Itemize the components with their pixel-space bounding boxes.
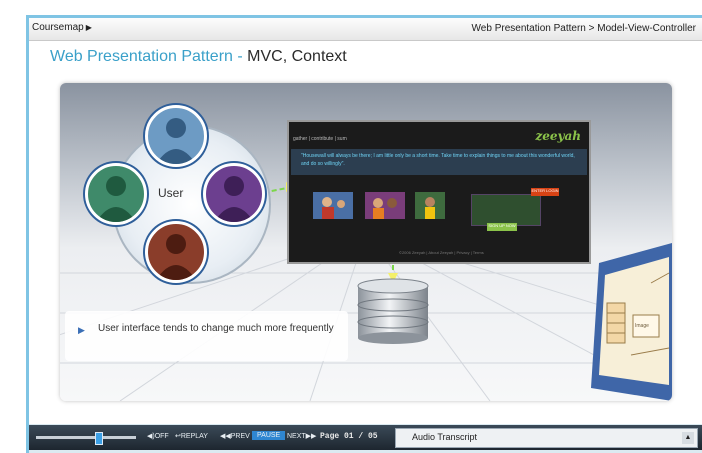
user-avatar-icon <box>145 221 207 283</box>
website-signup-button: SIGN UP NOW <box>487 223 517 231</box>
slide-title: Web Presentation Pattern - MVC, Context <box>50 48 347 66</box>
user-label: User <box>158 186 184 200</box>
website-login-button: ENTER LOGIN <box>531 188 559 196</box>
slide-stage: User gather | contribute | sum zeeyah "H… <box>60 83 672 401</box>
play-arrow-icon: ▶ <box>85 23 92 32</box>
website-quote: "Housewall will always be there; I am li… <box>291 149 587 175</box>
slide-title-main: MVC, Context <box>247 48 347 65</box>
player-frame: Coursemap ▶ Web Presentation Pattern > Mo… <box>0 0 702 453</box>
expand-up-icon[interactable]: ▲ <box>682 432 694 444</box>
note-panel: ▶ User interface tends to change much mo… <box>65 311 348 361</box>
website-footer: ©2006 Zeeyah | About Zeeyah | Privacy | … <box>399 250 484 255</box>
user-avatar-icon <box>203 163 265 225</box>
website-photo <box>415 192 445 219</box>
audio-transcript-panel[interactable]: Audio Transcript ▲ <box>395 428 698 448</box>
top-bar: Coursemap ▶ Web Presentation Pattern > Mo… <box>29 18 702 41</box>
bullet-arrow-icon: ▶ <box>78 325 85 335</box>
progress-slider-thumb[interactable] <box>95 432 103 445</box>
controller-card-image <box>591 243 672 401</box>
website-login-box <box>471 194 541 226</box>
breadcrumb: Web Presentation Pattern > Model-View-Co… <box>471 23 696 34</box>
coursemap-label: Coursemap <box>32 22 84 33</box>
note-text: User interface tends to change much more… <box>98 323 334 334</box>
user-avatar-icon <box>85 163 147 225</box>
playback-control-bar: ◀)OFF ↩REPLAY ◀◀PREV PAUSE NEXT▶▶ Page 0… <box>29 425 702 450</box>
page-indicator: Page 01 / 05 <box>320 432 378 441</box>
controller-card-label: Image <box>635 323 649 329</box>
website-logo: zeeyah <box>535 129 581 143</box>
sound-toggle-button[interactable]: ◀)OFF <box>147 432 169 440</box>
website-nav: gather | contribute | sum <box>293 136 347 142</box>
audio-transcript-label: Audio Transcript <box>412 432 478 442</box>
coursemap-button[interactable]: Coursemap ▶ <box>32 22 92 33</box>
pause-button[interactable]: PAUSE <box>252 431 286 440</box>
website-photo <box>313 192 353 219</box>
progress-slider[interactable] <box>36 436 136 439</box>
prev-button[interactable]: ◀◀PREV <box>220 432 250 440</box>
website-photo <box>365 192 405 219</box>
user-avatar-icon <box>145 105 207 167</box>
slide-title-accent: Web Presentation Pattern - <box>50 48 243 65</box>
next-button[interactable]: NEXT▶▶ <box>287 432 316 440</box>
website-view-screenshot: gather | contribute | sum zeeyah "Housew… <box>287 120 591 264</box>
replay-button[interactable]: ↩REPLAY <box>175 432 208 440</box>
database-icon <box>357 278 429 344</box>
